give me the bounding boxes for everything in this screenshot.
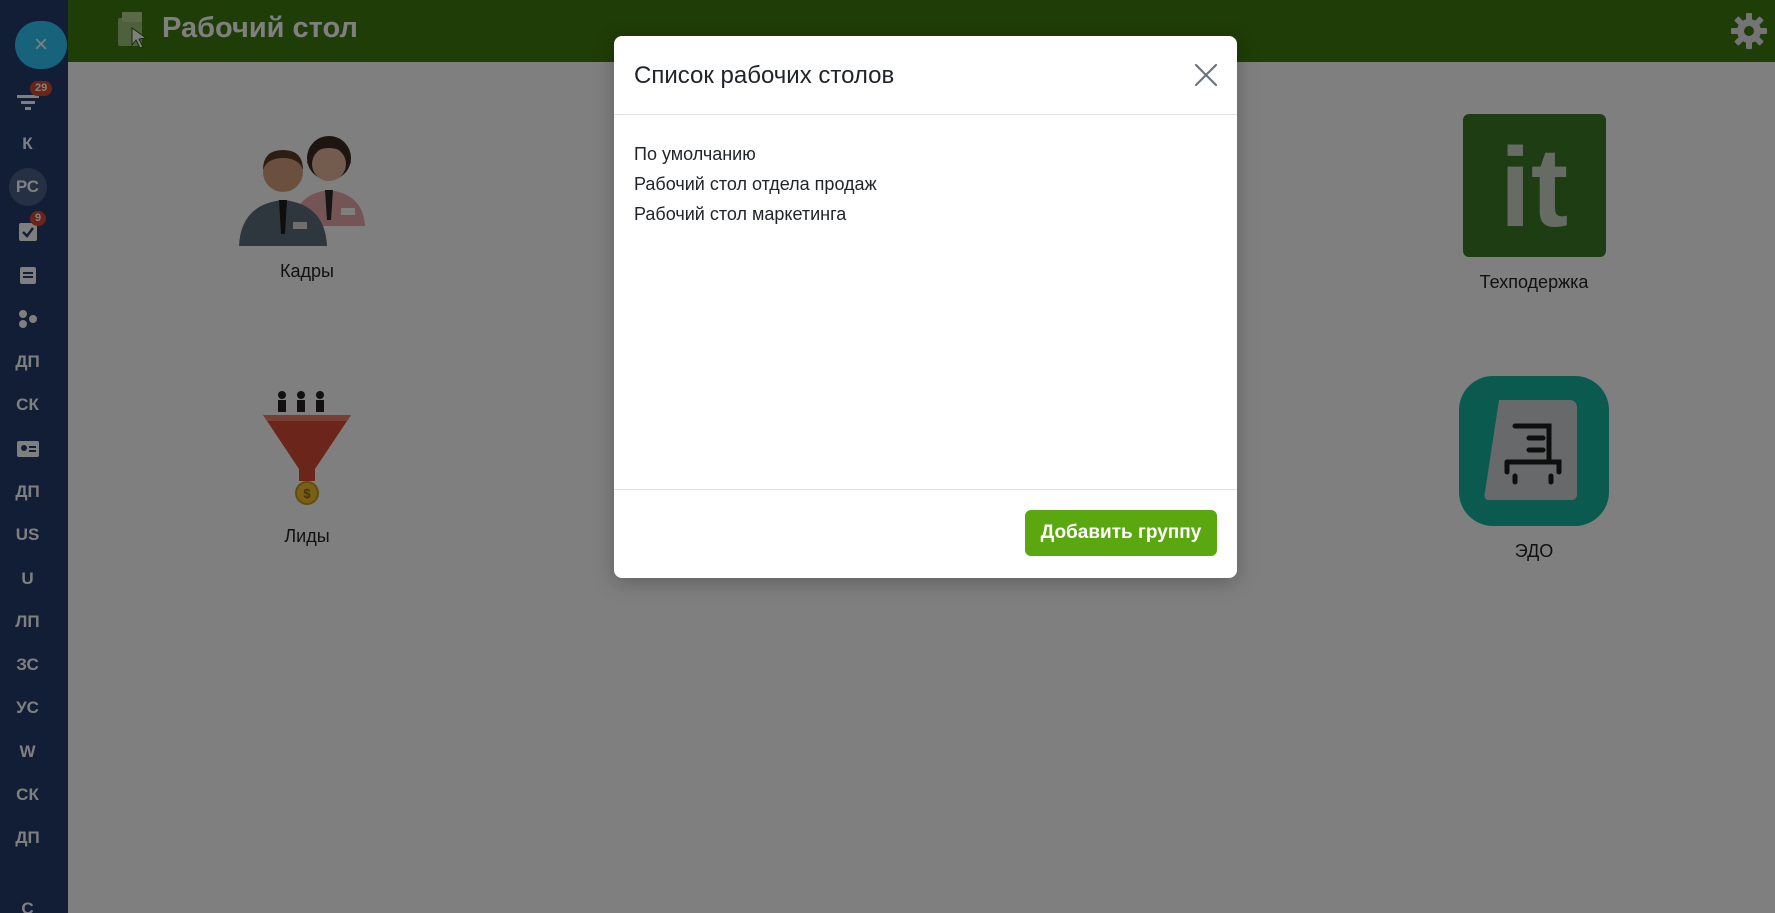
modal-title: Список рабочих столов xyxy=(634,62,895,89)
workspace-item-marketing[interactable]: Рабочий стол маркетинга xyxy=(634,199,1217,229)
workspace-item-sales[interactable]: Рабочий стол отдела продаж xyxy=(634,169,1217,199)
workspace-item-default[interactable]: По умолчанию xyxy=(634,139,1217,169)
modal-footer: Добавить группу xyxy=(614,490,1237,578)
add-group-button[interactable]: Добавить группу xyxy=(1025,510,1217,556)
workspace-list-modal: Список рабочих столов По умолчанию Рабоч… xyxy=(614,36,1237,578)
close-icon[interactable] xyxy=(1191,60,1221,90)
modal-header: Список рабочих столов xyxy=(614,36,1237,115)
modal-body: По умолчанию Рабочий стол отдела продаж … xyxy=(614,115,1237,490)
